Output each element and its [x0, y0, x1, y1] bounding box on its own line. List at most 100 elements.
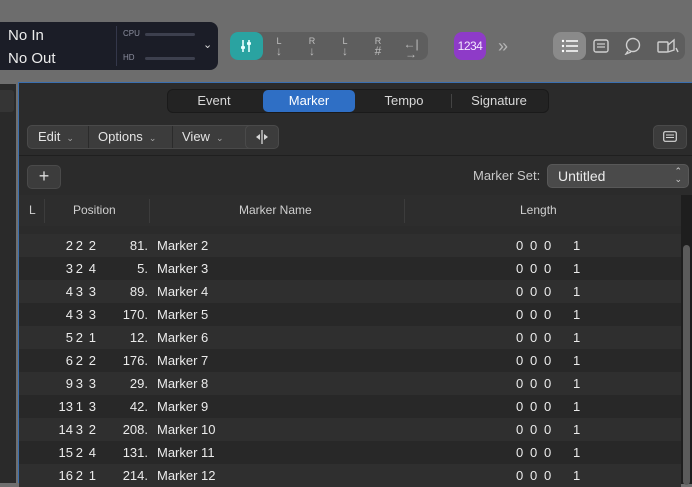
loop-browser-icon[interactable] — [624, 36, 646, 56]
tab-event[interactable]: Event — [168, 90, 260, 112]
view-menu[interactable]: View ⌄ — [182, 126, 224, 148]
table-row[interactable]: 16 2 1 214. Marker 12 0 0 0 1 — [19, 464, 681, 487]
length-tick[interactable]: 1 — [573, 280, 580, 303]
column-marker-name[interactable]: Marker Name — [239, 195, 312, 226]
length-division[interactable]: 0 — [544, 257, 551, 280]
marker-name[interactable]: Marker 5 — [157, 303, 208, 326]
cycle-swap-icon[interactable]: ←|→ — [398, 36, 424, 60]
marker-name[interactable]: Marker 6 — [157, 326, 208, 349]
marker-name[interactable]: Marker 12 — [157, 464, 216, 487]
position-tick[interactable]: 208. — [123, 418, 148, 441]
length-tick[interactable]: 1 — [573, 234, 580, 257]
left-locator-down-icon[interactable]: L ↓ — [268, 36, 290, 58]
position-tick[interactable]: 5. — [137, 257, 148, 280]
position-beat[interactable]: 1 — [76, 395, 83, 418]
length-division[interactable]: 0 — [544, 464, 551, 487]
position-bar[interactable]: 13 — [59, 395, 73, 418]
right-locator-down-icon[interactable]: R ↓ — [301, 36, 323, 58]
position-bar[interactable]: 9 — [66, 372, 73, 395]
table-row[interactable]: 4 3 3 89. Marker 40001 — [19, 280, 681, 303]
position-beat[interactable]: 3 — [76, 303, 83, 326]
marker-set-popup[interactable]: Untitled ⌃ ⌄ — [547, 164, 689, 188]
marker-name[interactable]: Marker 2 — [157, 234, 208, 257]
table-row[interactable]: 2 2 2 81. Marker 20001 — [19, 234, 681, 257]
length-beat[interactable]: 0 — [530, 464, 537, 487]
marker-name[interactable]: Marker 3 — [157, 257, 208, 280]
length-division[interactable]: 0 — [544, 326, 551, 349]
position-tick[interactable]: 214. — [123, 464, 148, 487]
table-row[interactable]: 13 1 3 42. Marker 90001 — [19, 395, 681, 418]
table-row[interactable]: 4 3 3 170. Marker 50001 — [19, 303, 681, 326]
length-division[interactable]: 0 — [544, 234, 551, 257]
position-tick[interactable]: 29. — [130, 372, 148, 395]
position-beat[interactable]: 3 — [76, 280, 83, 303]
position-beat[interactable]: 2 — [76, 441, 83, 464]
position-tick[interactable]: 81. — [130, 234, 148, 257]
length-bar[interactable]: 0 — [516, 326, 523, 349]
chevron-down-icon[interactable]: ⌄ — [203, 38, 212, 51]
position-tick[interactable]: 89. — [130, 280, 148, 303]
position-division[interactable]: 3 — [89, 303, 96, 326]
table-row[interactable]: 9 3 3 29. Marker 80001 — [19, 372, 681, 395]
length-tick[interactable]: 1 — [573, 418, 580, 441]
position-division[interactable]: 3 — [89, 372, 96, 395]
length-tick[interactable]: 1 — [573, 326, 580, 349]
length-beat[interactable]: 0 — [530, 395, 537, 418]
smart-controls-button[interactable] — [230, 32, 263, 60]
position-beat[interactable]: 2 — [76, 257, 83, 280]
position-bar[interactable]: 5 — [66, 326, 73, 349]
length-tick[interactable]: 1 — [573, 257, 580, 280]
inspector-button[interactable] — [653, 125, 687, 149]
position-bar[interactable]: 14 — [59, 418, 73, 441]
length-division[interactable]: 0 — [544, 280, 551, 303]
length-beat[interactable]: 0 — [530, 418, 537, 441]
length-tick[interactable]: 1 — [573, 464, 580, 487]
position-beat[interactable]: 2 — [76, 326, 83, 349]
position-tick[interactable]: 176. — [123, 349, 148, 372]
length-bar[interactable]: 0 — [516, 280, 523, 303]
position-division[interactable]: 2 — [89, 349, 96, 372]
length-division[interactable]: 0 — [544, 372, 551, 395]
scrollbar-thumb[interactable] — [683, 245, 690, 485]
position-division[interactable]: 3 — [89, 280, 96, 303]
position-beat[interactable]: 3 — [76, 418, 83, 441]
tab-marker[interactable]: Marker — [263, 90, 355, 112]
length-tick[interactable]: 1 — [573, 349, 580, 372]
column-lock[interactable]: L — [29, 195, 36, 226]
length-beat[interactable]: 0 — [530, 326, 537, 349]
column-length[interactable]: Length — [520, 195, 557, 226]
position-division[interactable]: 2 — [89, 234, 96, 257]
length-bar[interactable]: 0 — [516, 303, 523, 326]
position-tick[interactable]: 12. — [130, 326, 148, 349]
table-row[interactable]: 5 2 1 12. Marker 60001 — [19, 326, 681, 349]
position-bar[interactable]: 16 — [59, 464, 73, 487]
table-row[interactable]: 14 3 2 208. Marker 10 0 0 0 1 — [19, 418, 681, 441]
marker-name[interactable]: Marker 10 — [157, 418, 216, 441]
column-position[interactable]: Position — [73, 195, 116, 226]
length-beat[interactable]: 0 — [530, 349, 537, 372]
length-bar[interactable]: 0 — [516, 234, 523, 257]
tab-signature[interactable]: Signature — [452, 90, 546, 112]
position-beat[interactable]: 3 — [76, 372, 83, 395]
position-beat[interactable]: 2 — [76, 464, 83, 487]
left-locator-sharp-icon[interactable]: L ↓ — [334, 36, 356, 58]
length-tick[interactable]: 1 — [573, 441, 580, 464]
table-row[interactable]: 15 2 4 131. Marker 11 0 0 0 1 — [19, 441, 681, 464]
marker-name[interactable]: Marker 9 — [157, 395, 208, 418]
catch-playhead-button[interactable] — [245, 125, 279, 149]
length-division[interactable]: 0 — [544, 418, 551, 441]
length-beat[interactable]: 0 — [530, 234, 537, 257]
tab-tempo[interactable]: Tempo — [358, 90, 450, 112]
position-beat[interactable]: 2 — [76, 349, 83, 372]
edit-menu[interactable]: Edit ⌄ — [38, 126, 74, 148]
position-bar[interactable]: 15 — [59, 441, 73, 464]
position-division[interactable]: 2 — [89, 418, 96, 441]
position-beat[interactable]: 2 — [76, 234, 83, 257]
table-row[interactable]: 6 2 2 176. Marker 70001 — [19, 349, 681, 372]
position-bar[interactable]: 3 — [66, 257, 73, 280]
add-marker-button[interactable]: + — [27, 165, 61, 189]
position-tick[interactable]: 170. — [123, 303, 148, 326]
length-beat[interactable]: 0 — [530, 372, 537, 395]
length-bar[interactable]: 0 — [516, 349, 523, 372]
length-bar[interactable]: 0 — [516, 372, 523, 395]
